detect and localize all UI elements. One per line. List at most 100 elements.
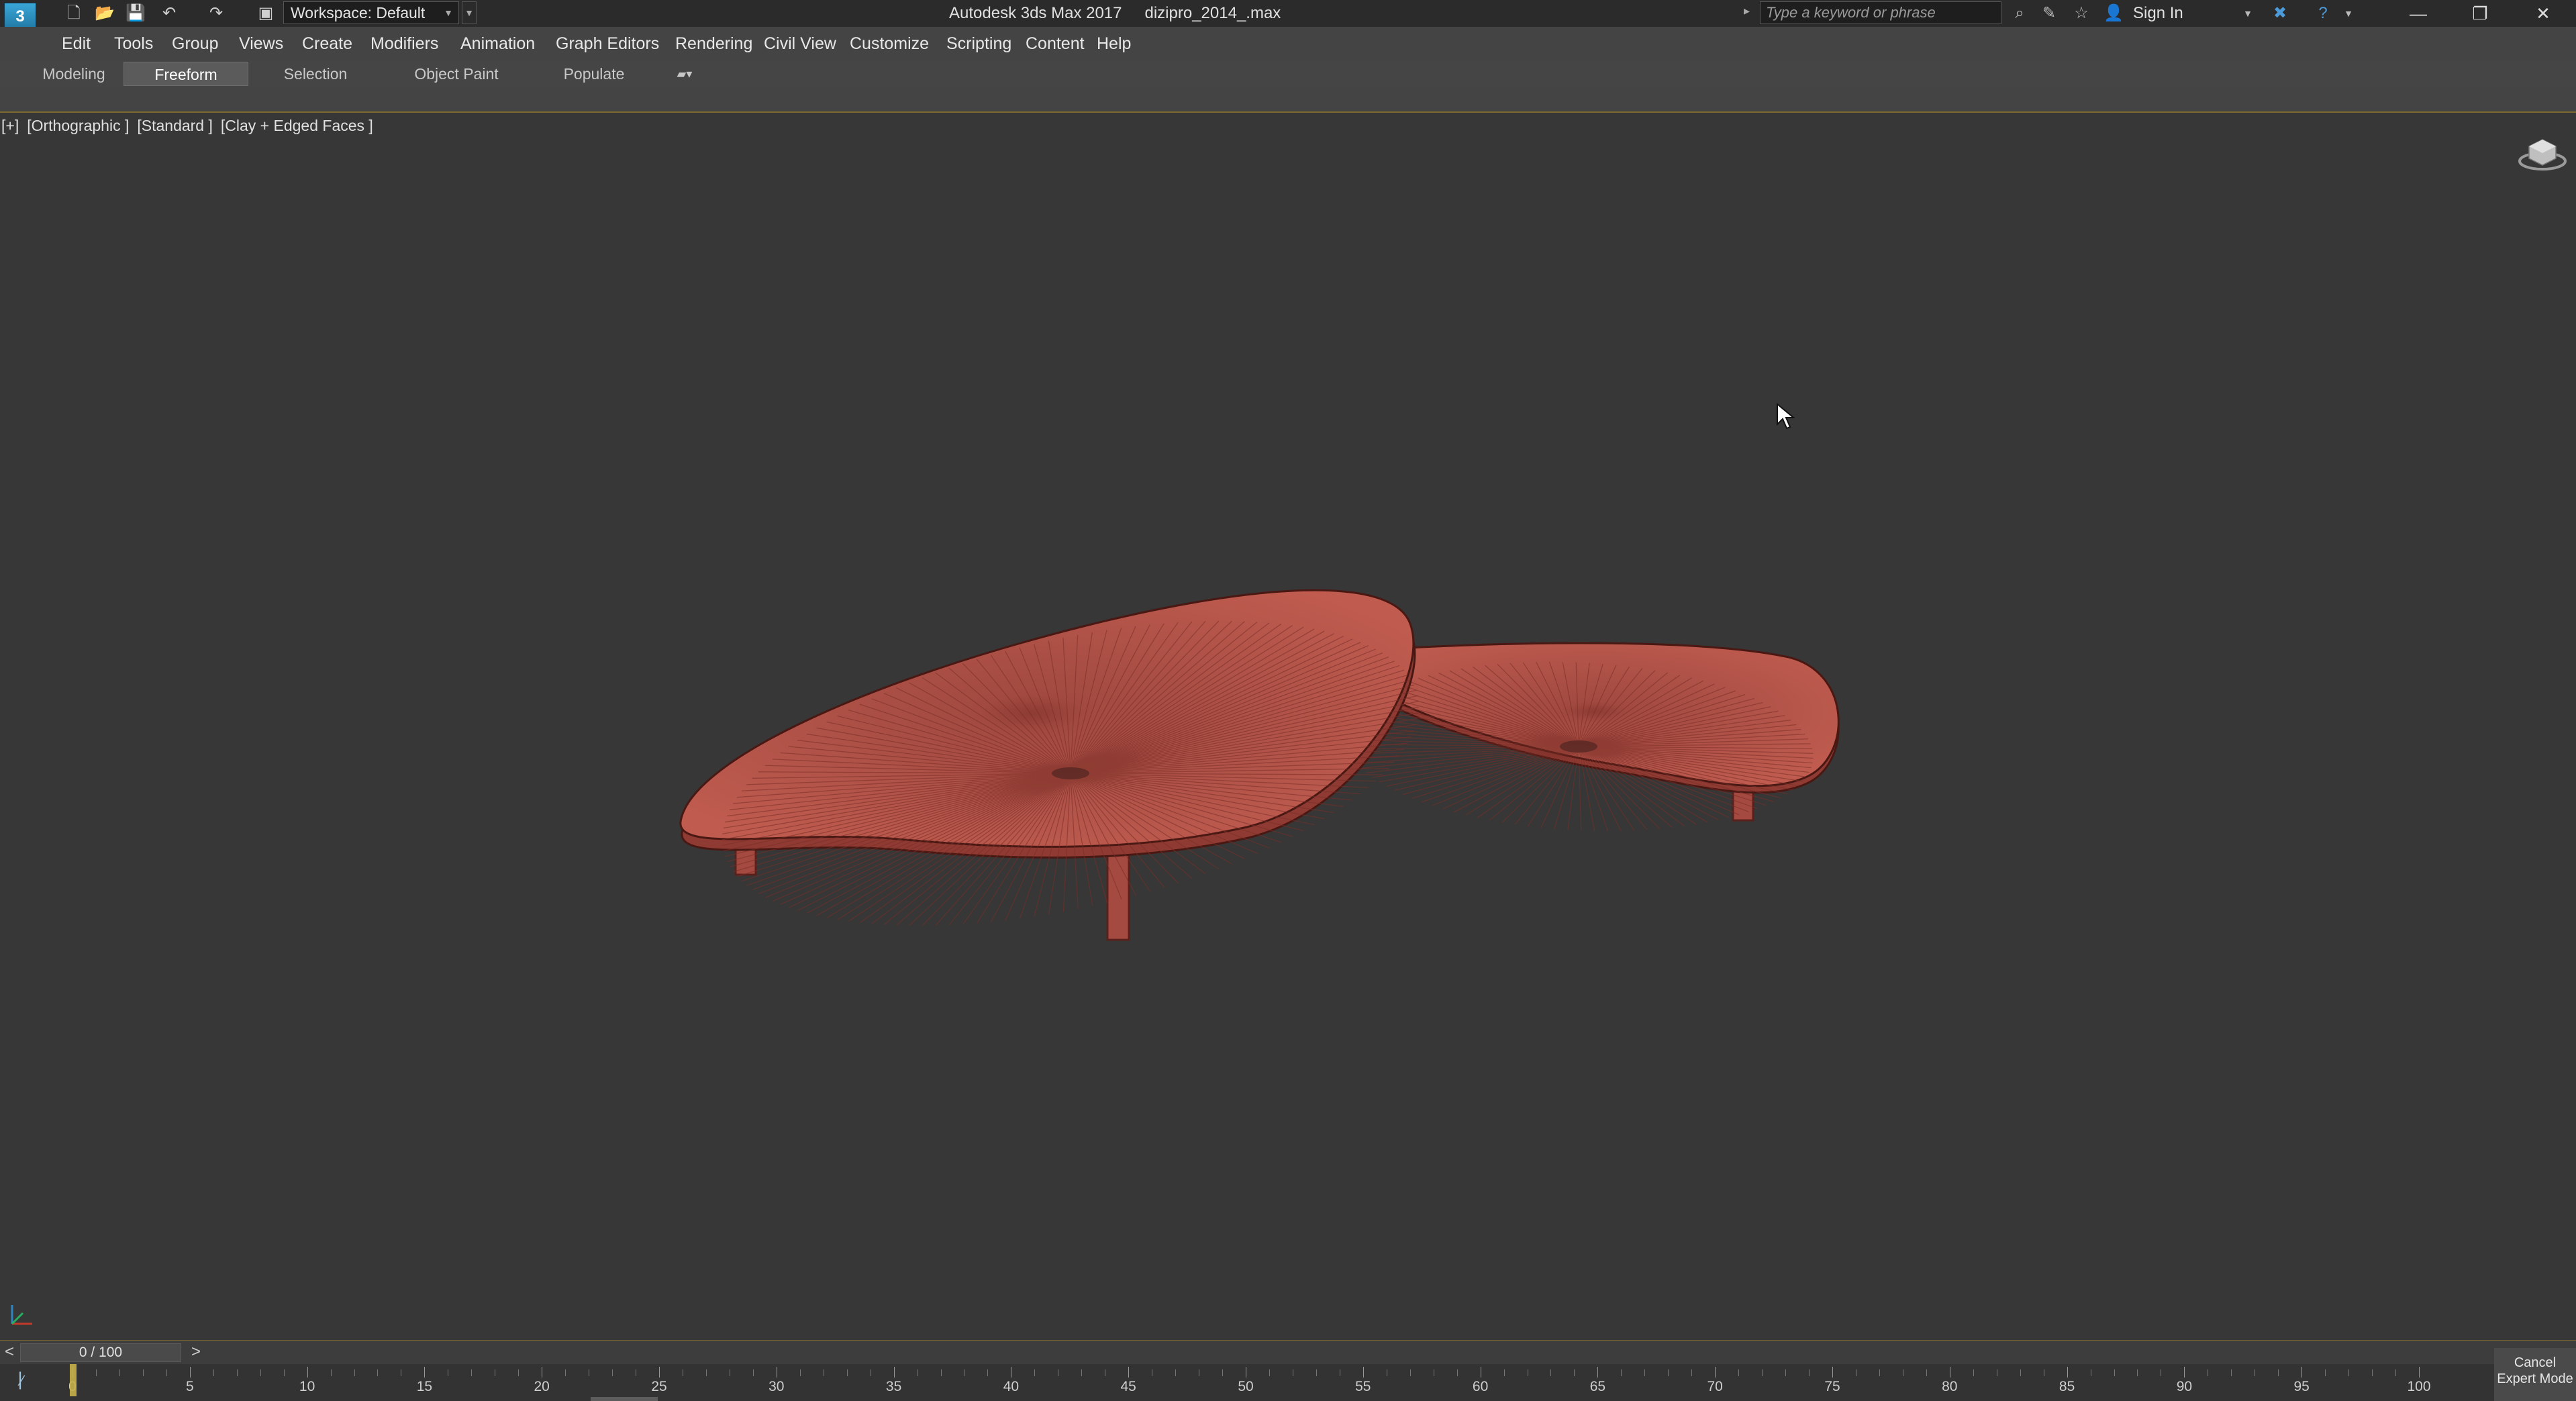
binoculars-icon[interactable]: ⌕ [2008,3,2031,24]
help-dropdown-icon[interactable]: ▼ [2337,3,2360,24]
frame-tick [2372,1369,2373,1376]
menu-graph-editors[interactable]: Graph Editors [556,27,659,60]
menu-group[interactable]: Group [172,27,218,60]
frame-tick [1081,1369,1083,1376]
menu-views[interactable]: Views [239,27,283,60]
expand-search-icon[interactable]: ▸ [1744,4,1750,18]
communication-center-icon[interactable]: ✎ [2038,3,2061,24]
help-search-input[interactable] [1760,1,2001,24]
viewport-perspective[interactable]: [+] [Orthographic ] [Standard ] [Clay + Edg… [0,113,2576,1340]
frame-tick [2137,1369,2138,1376]
menu-edit[interactable]: Edit [62,27,91,60]
axis-tripod-icon [11,1305,32,1325]
sign-in-dropdown-icon[interactable]: ▼ [2236,3,2259,24]
prev-frame-button[interactable]: < [0,1341,19,1365]
save-icon[interactable]: 💾 [123,3,148,24]
frame-tick [95,1369,97,1376]
scene-canvas[interactable] [0,113,2576,1340]
menu-animation[interactable]: Animation [460,27,535,60]
restore-button[interactable]: ❐ [2450,0,2510,27]
frame-tick [846,1369,848,1376]
undo-icon[interactable]: ↶ [157,3,181,24]
help-icon[interactable]: ? [2312,3,2334,24]
frame-tick [799,1369,801,1376]
frame-tick-label: 40 [1003,1379,1020,1394]
frame-tick [119,1369,120,1376]
tab-object-paint[interactable]: Object Paint [389,62,524,86]
workspace-label: Workspace: Default [291,4,426,21]
frame-tick [213,1369,214,1376]
menu-bar: Edit Tools Group Views Create Modifiers … [0,27,2576,61]
menu-scripting[interactable]: Scripting [946,27,1011,60]
frame-tick [189,1367,191,1378]
tab-selection[interactable]: Selection [255,62,376,86]
track-bar[interactable]: ▕∕ 0510152025303540455055606570758085909… [0,1364,2576,1401]
title-bar: 🗋 📂 💾 ↶ ↷ ▣ Workspace: Default ▼ ▼ Autod… [0,0,2576,35]
frame-tick [705,1369,707,1376]
new-file-icon[interactable]: 🗋 [62,3,86,24]
frame-tick [659,1367,660,1378]
frame-tick-label: 100 [2407,1379,2431,1394]
project-folder-icon[interactable]: ▣ [254,3,278,24]
frame-tick [2325,1369,2326,1376]
menu-civil-view[interactable]: Civil View [764,27,836,60]
menu-modifiers[interactable]: Modifiers [370,27,438,60]
tab-freeform[interactable]: Freeform [123,62,248,86]
large-table[interactable] [679,589,1420,941]
timeline-scroll-indicator[interactable] [591,1397,658,1401]
redo-icon[interactable]: ↷ [204,3,228,24]
menu-help[interactable]: Help [1097,27,1131,60]
menu-create[interactable]: Create [302,27,352,60]
frame-tick [142,1369,144,1376]
open-mini-curve-editor-icon[interactable]: ▕∕ [9,1372,43,1392]
frame-tick-label: 55 [1355,1379,1371,1394]
frame-tick [2020,1369,2021,1376]
app-name: Autodesk 3ds Max 2017 [949,4,1122,22]
minimize-button[interactable]: — [2388,0,2448,27]
frame-tick [1715,1367,1716,1378]
frame-tick-label: 20 [534,1379,550,1394]
exchange-apps-icon[interactable]: ✖ [2269,3,2291,24]
menu-rendering[interactable]: Rendering [675,27,752,60]
frame-tick [1034,1369,1036,1376]
frame-tick-label: 15 [416,1379,433,1394]
ribbon-options-icon[interactable]: ▰▾ [664,62,705,86]
tab-populate[interactable]: Populate [544,62,644,86]
window-title: Autodesk 3ds Max 2017 dizipro_2014_.max [949,3,1303,24]
favorites-star-icon[interactable]: ☆ [2070,3,2093,24]
frame-tick [1128,1367,1130,1378]
tab-modeling[interactable]: Modeling [27,62,121,86]
close-button[interactable]: ✕ [2513,0,2573,27]
frame-tick [612,1369,613,1376]
frame-tick [283,1369,285,1376]
cancel-expert-line2: Expert Mode [2497,1371,2573,1386]
frame-tick [1621,1369,1622,1376]
frame-tick [1644,1369,1646,1376]
customize-quick-access-icon[interactable]: ▼ [462,1,477,24]
frame-tick [1222,1369,1224,1376]
frame-tick-label: 80 [1942,1379,1958,1394]
ribbon-tabs: Modeling Freeform Selection Object Paint… [0,60,2576,87]
frame-tick-label: 5 [185,1379,194,1394]
open-file-icon[interactable]: 📂 [93,3,117,24]
next-frame-button[interactable]: > [187,1341,205,1365]
workspace-dropdown[interactable]: Workspace: Default ▼ [283,1,459,24]
menu-customize[interactable]: Customize [850,27,929,60]
wireframe-center [1052,767,1089,779]
frame-tick [1785,1369,1787,1376]
frame-ruler[interactable]: 0510152025303540455055606570758085909510… [68,1364,2431,1401]
time-playhead[interactable] [70,1364,77,1396]
user-icon[interactable]: 👤 [2102,3,2125,24]
frame-tick [893,1367,895,1378]
menu-content[interactable]: Content [1026,27,1085,60]
frame-tick [752,1369,754,1376]
time-slider-thumb[interactable]: 0 / 100 [20,1343,181,1362]
frame-tick [377,1369,379,1376]
frame-tick [1738,1369,1740,1376]
sign-in-button[interactable]: Sign In [2133,3,2183,24]
menu-tools[interactable]: Tools [114,27,153,60]
cancel-expert-mode-button[interactable]: Cancel Expert Mode [2494,1348,2576,1401]
frame-tick [260,1369,261,1376]
frame-tick [1316,1369,1317,1376]
small-table[interactable] [1344,642,1840,832]
